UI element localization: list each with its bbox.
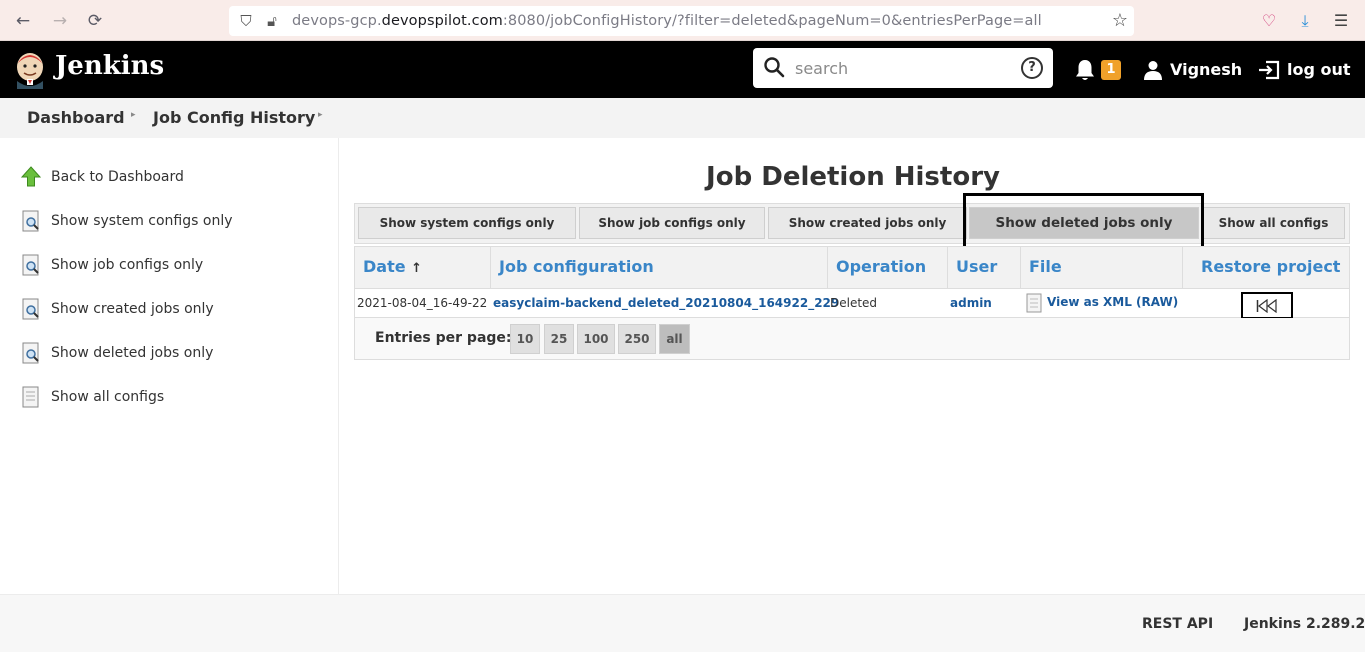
filter-created-jobs-button[interactable]: Show created jobs only bbox=[768, 207, 967, 239]
bookmark-star-icon[interactable]: ☆ bbox=[1112, 10, 1128, 31]
notification-badge[interactable]: 1 bbox=[1101, 60, 1121, 80]
logout-label: log out bbox=[1287, 60, 1351, 79]
side-panel: Back to Dashboard Show system configs on… bbox=[0, 138, 339, 594]
column-header-date[interactable]: Date ↑ bbox=[363, 257, 422, 276]
search-document-icon bbox=[22, 210, 39, 232]
search-document-icon bbox=[22, 342, 39, 364]
page-title: Job Deletion History bbox=[706, 162, 1000, 192]
sidebar-item-job-configs[interactable]: Show job configs only bbox=[21, 254, 321, 278]
breadcrumb-job-config-history[interactable]: Job Config History bbox=[153, 108, 315, 127]
reload-icon[interactable]: ⟳ bbox=[84, 10, 106, 32]
search-icon bbox=[764, 57, 785, 78]
entries-per-page-bar: Entries per page: 10 25 100 250 all bbox=[354, 318, 1350, 360]
entries-100-button[interactable]: 100 bbox=[577, 324, 615, 354]
browser-toolbar: ← → ⟳ ⛉ 🔓︎ devops-gcp.devopspilot.com:80… bbox=[0, 0, 1365, 41]
filter-system-configs-button[interactable]: Show system configs only bbox=[358, 207, 576, 239]
menu-icon[interactable]: ☰ bbox=[1330, 10, 1352, 32]
sidebar-item-back-to-dashboard[interactable]: Back to Dashboard bbox=[21, 166, 321, 190]
column-header-job-configuration[interactable]: Job configuration bbox=[499, 257, 654, 276]
brand-name[interactable]: Jenkins bbox=[55, 51, 164, 81]
cell-user-link[interactable]: admin bbox=[950, 296, 992, 310]
help-icon[interactable]: ? bbox=[1021, 57, 1043, 79]
address-bar[interactable]: ⛉ 🔓︎ devops-gcp.devopspilot.com:8080/job… bbox=[229, 6, 1134, 36]
search-document-icon bbox=[22, 298, 39, 320]
entries-250-button[interactable]: 250 bbox=[618, 324, 656, 354]
user-icon bbox=[1144, 61, 1162, 80]
back-arrow-icon[interactable]: ← bbox=[12, 10, 34, 32]
download-icon[interactable]: ⤓ bbox=[1294, 10, 1316, 32]
filter-job-configs-button[interactable]: Show job configs only bbox=[579, 207, 765, 239]
view-raw-link[interactable]: (RAW) bbox=[1136, 295, 1178, 309]
sidebar-item-label: Show system configs only bbox=[51, 213, 233, 229]
breadcrumb-chevron-icon[interactable]: ▸ bbox=[318, 110, 323, 120]
insecure-lock-icon[interactable]: 🔓︎ bbox=[263, 11, 281, 31]
pocket-icon[interactable]: ♡ bbox=[1258, 10, 1280, 32]
view-as-xml-link[interactable]: View as XML bbox=[1047, 295, 1132, 309]
entries-25-button[interactable]: 25 bbox=[544, 324, 574, 354]
restore-icon bbox=[1256, 299, 1277, 313]
page-footer: REST API Jenkins 2.289.2 bbox=[0, 594, 1365, 652]
column-header-user[interactable]: User bbox=[956, 257, 997, 276]
entries-all-button[interactable]: all bbox=[659, 324, 690, 354]
history-table: Date ↑ Job configuration Operation User … bbox=[354, 246, 1350, 319]
column-header-operation[interactable]: Operation bbox=[836, 257, 926, 276]
sidebar-item-label: Show deleted jobs only bbox=[51, 345, 214, 361]
rest-api-link[interactable]: REST API bbox=[1142, 616, 1213, 632]
column-header-restore-project[interactable]: Restore project bbox=[1201, 257, 1340, 276]
sort-ascending-icon: ↑ bbox=[411, 261, 423, 276]
page-header: Jenkins ? 1 Vignesh log out bbox=[0, 41, 1365, 98]
breadcrumb-chevron-icon[interactable]: ▸ bbox=[131, 110, 136, 120]
sidebar-item-system-configs[interactable]: Show system configs only bbox=[21, 210, 321, 234]
column-header-file[interactable]: File bbox=[1029, 257, 1062, 276]
restore-project-button[interactable] bbox=[1241, 292, 1293, 319]
cell-date: 2021-08-04_16-49-22 bbox=[357, 296, 488, 310]
entries-10-button[interactable]: 10 bbox=[510, 324, 540, 354]
entries-per-page-label: Entries per page: bbox=[375, 330, 512, 346]
filter-deleted-jobs-button[interactable]: Show deleted jobs only bbox=[969, 207, 1199, 239]
table-row: 2021-08-04_16-49-22 easyclaim-backend_de… bbox=[355, 288, 1349, 319]
sidebar-item-label: Back to Dashboard bbox=[51, 169, 184, 185]
breadcrumb-dashboard[interactable]: Dashboard bbox=[27, 108, 125, 127]
search-document-icon bbox=[22, 254, 39, 276]
cell-operation: Deleted bbox=[830, 296, 878, 310]
breadcrumb: Dashboard ▸ Job Config History ▸ bbox=[0, 98, 1365, 138]
filter-all-configs-button[interactable]: Show all configs bbox=[1202, 207, 1345, 239]
forward-arrow-icon[interactable]: → bbox=[49, 10, 71, 32]
sidebar-item-created-jobs[interactable]: Show created jobs only bbox=[21, 298, 321, 322]
url-text: devops-gcp.devopspilot.com:8080/jobConfi… bbox=[292, 13, 1042, 29]
document-icon bbox=[22, 386, 39, 408]
sidebar-item-label: Show job configs only bbox=[51, 257, 204, 273]
search-input[interactable] bbox=[795, 56, 995, 80]
user-name: Vignesh bbox=[1170, 60, 1243, 79]
document-icon bbox=[1026, 293, 1042, 313]
up-arrow-icon bbox=[21, 166, 41, 187]
search-box: ? bbox=[753, 48, 1053, 88]
sidebar-item-deleted-jobs[interactable]: Show deleted jobs only bbox=[21, 342, 321, 366]
logout-icon bbox=[1259, 60, 1280, 80]
notification-bell-icon[interactable] bbox=[1074, 58, 1096, 82]
filter-button-bar: Show system configs only Show job config… bbox=[354, 203, 1350, 244]
shield-icon[interactable]: ⛉ bbox=[237, 11, 255, 31]
sidebar-item-all-configs[interactable]: Show all configs bbox=[21, 386, 321, 410]
cell-job-link[interactable]: easyclaim-backend_deleted_20210804_16492… bbox=[493, 296, 839, 310]
table-header: Date ↑ Job configuration Operation User … bbox=[355, 247, 1349, 288]
jenkins-logo-icon[interactable] bbox=[13, 51, 47, 89]
sidebar-item-label: Show all configs bbox=[51, 389, 165, 405]
sidebar-item-label: Show created jobs only bbox=[51, 301, 214, 317]
jenkins-version-link[interactable]: Jenkins 2.289.2 bbox=[1244, 616, 1365, 632]
